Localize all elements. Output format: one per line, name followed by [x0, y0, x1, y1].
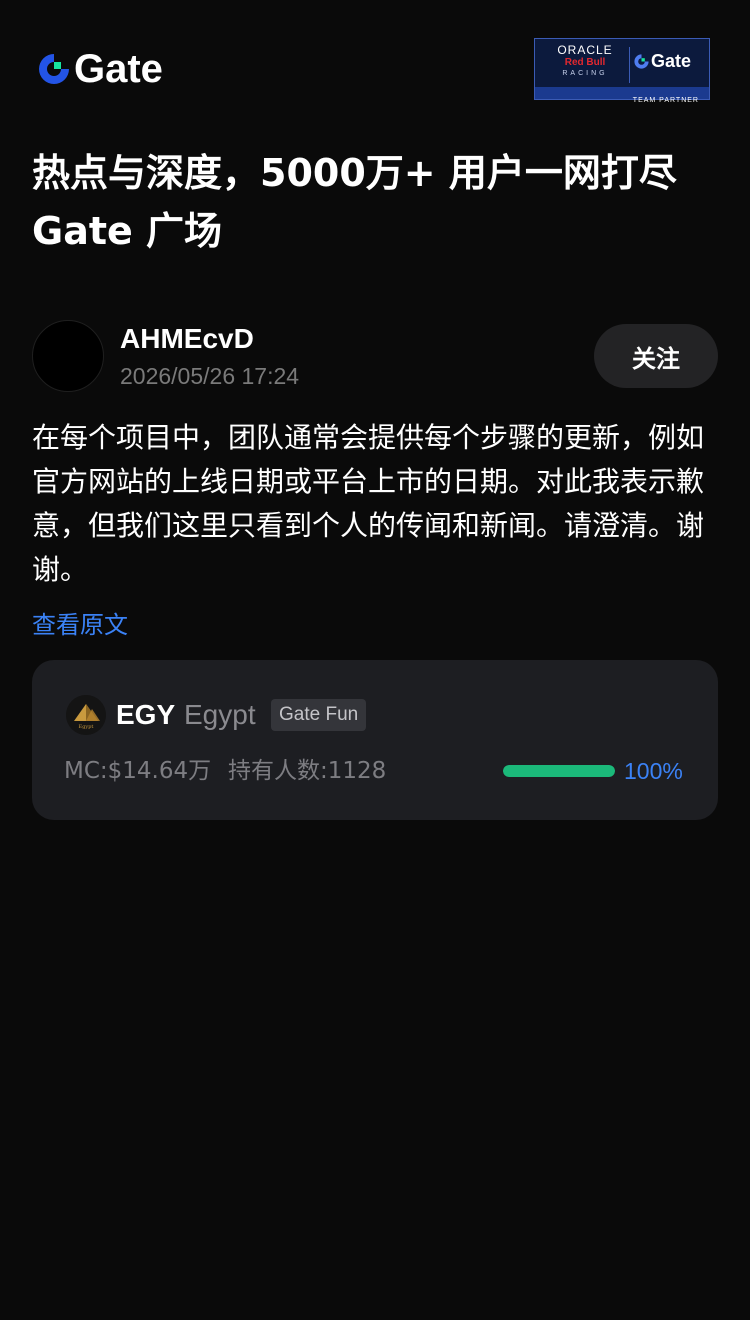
token-tag-badge: Gate Fun	[271, 699, 367, 731]
post-author-row: AHMEcvD 2026/05/26 17:24 关注	[32, 320, 718, 392]
oracle-redbull-racing-logo: ORACLE Red Bull RACING	[543, 44, 627, 86]
partner-gate-logo: Gate	[633, 51, 691, 72]
team-partner-badge: ORACLE Red Bull RACING Gate TEAM PARTNER	[534, 38, 710, 104]
gate-logo-text: Gate	[74, 47, 163, 91]
token-name: Egypt	[184, 699, 256, 730]
page-headline: 热点与深度，5000万+ 用户一网打尽 Gate 广场	[32, 151, 677, 253]
svg-text:Egypt: Egypt	[79, 724, 94, 730]
token-symbol: EGY	[116, 699, 176, 730]
token-holders-count: 持有人数:1128	[228, 758, 387, 784]
app-header: Gate ORACLE Red Bull RACING Gate TEAM PA…	[0, 0, 750, 130]
gate-logo-icon	[36, 51, 72, 87]
bonding-progress-label: 100%	[624, 758, 683, 784]
team-partner-strip: TEAM PARTNER	[535, 87, 709, 104]
post-body-text: 在每个项目中，团队通常会提供每个步骤的更新，例如官方网站的上线日期或平台上市的日…	[32, 421, 705, 586]
team-partner-text: TEAM PARTNER	[632, 97, 699, 104]
bonding-progress-fill	[503, 765, 615, 777]
token-market-cap: MC:$14.64万	[64, 758, 212, 784]
racing-text: RACING	[562, 70, 608, 77]
token-card[interactable]: Egypt EGY Egypt Gate Fun MC:$14.64万 持有人数…	[32, 660, 718, 820]
author-username[interactable]: AHMEcvD	[120, 322, 254, 356]
gate-logo[interactable]: Gate	[36, 48, 163, 90]
oracle-text: ORACLE	[557, 43, 613, 57]
avatar[interactable]	[32, 320, 104, 392]
bonding-progress-bar	[503, 765, 615, 777]
post-timestamp: 2026/05/26 17:24	[120, 363, 300, 389]
partner-divider	[629, 47, 630, 83]
view-original-link[interactable]: 查看原文	[32, 608, 128, 642]
partner-gate-text: Gate	[651, 51, 692, 71]
redbull-text: Red Bull	[564, 57, 606, 68]
pyramid-icon: Egypt	[66, 695, 106, 735]
follow-button[interactable]: 关注	[594, 324, 718, 388]
partner-gate-icon	[634, 54, 649, 69]
